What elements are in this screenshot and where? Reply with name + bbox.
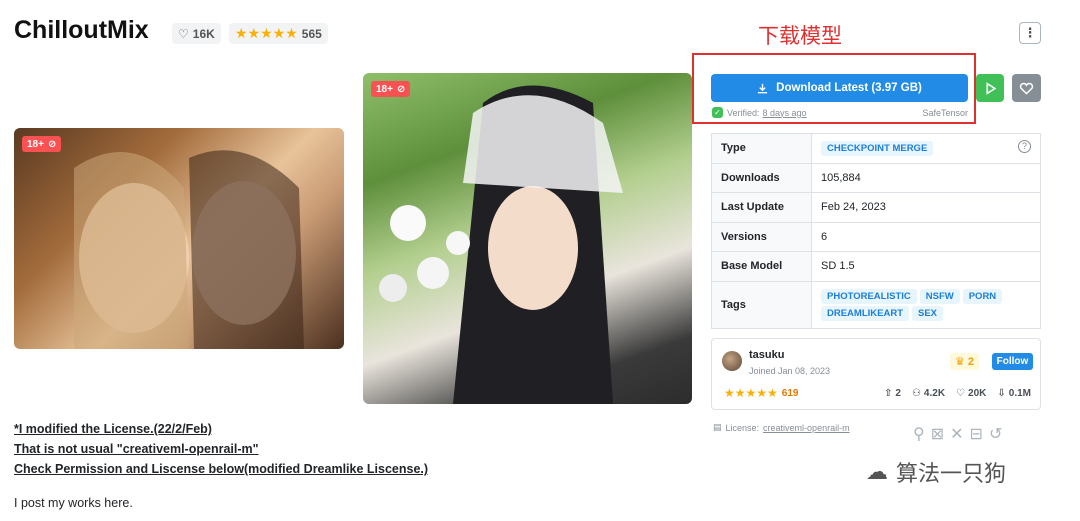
type-badge: CHECKPOINT MERGE [821,140,934,156]
preview-image-2[interactable]: 18+ ⊘ [363,73,692,404]
tags-cell: PHOTOREALISTIC NSFW PORN DREAMLIKEART SEX [811,280,1041,329]
upload-icon: ⇧ [884,387,893,399]
favorite-button[interactable] [1012,74,1041,102]
detail-key: Last Update [711,192,812,223]
detail-key: Versions [711,221,812,252]
download-label: Download Latest (3.97 GB) [776,82,922,94]
detail-value: 105,884 [811,162,1041,193]
heart-outline-icon: ♡ [956,387,966,399]
detail-value: SD 1.5 [811,251,1041,282]
license-row: ▤ License: creativeml-openrail-m [713,422,850,433]
table-row: Tags PHOTOREALISTIC NSFW PORN DREAMLIKEART… [711,280,1041,329]
creator-card: tasuku Joined Jan 08, 2023 ♛ 2 Follow ★★… [711,338,1041,410]
rating-badge[interactable]: ★★★★★ 565 [229,23,328,44]
no-image-icon[interactable]: ⊠ [931,424,944,444]
download-icon [758,83,768,93]
model-details-table: Type CHECKPOINT MERGE ? Downloads 105,88… [711,133,1041,329]
follow-button[interactable]: Follow [992,353,1033,370]
creator-rating-count: 619 [781,387,799,399]
run-button[interactable] [976,74,1004,102]
no-cart-icon[interactable]: ⊟ [970,424,983,444]
no-share-icon[interactable]: ↺ [989,424,1002,444]
help-icon[interactable]: ? [1018,139,1031,153]
play-icon [985,81,996,95]
no-brush-icon[interactable]: ✕ [950,424,963,444]
table-row: Type CHECKPOINT MERGE ? [711,133,1041,164]
creator-name[interactable]: tasuku [749,349,784,361]
followers-stat: ⚇ 4.2K [912,388,945,399]
user-check-icon[interactable]: ⚲ [913,424,925,444]
more-options-button[interactable]: ⋮ [1019,22,1041,44]
creator-rank-badge: ♛ 2 [950,353,979,370]
nsfw-label: 18+ [27,138,44,150]
likes-count: 16K [192,26,215,41]
nsfw-badge[interactable]: 18+ ⊘ [22,136,62,152]
rating-stars: ★★★★★ [235,25,298,41]
model-description: *I modified the License.(22/2/Feb) That … [14,419,429,510]
watermark: ☁ 算法一只狗 [866,456,1006,488]
nsfw-badge[interactable]: 18+ ⊘ [371,81,411,97]
detail-key: Type [711,133,812,164]
avatar[interactable] [722,351,742,371]
table-row: Downloads 105,884 [711,162,1041,193]
creator-stats: ★★★★★ 619 ⇧ 2 ⚇ 4.2K ♡ 20K ⇩ 0.1M [724,386,1031,400]
users-icon: ⚇ [911,387,921,399]
detail-key: Base Model [711,251,812,282]
tag-badge[interactable]: DREAMLIKEART [821,305,909,321]
vertical-dots-icon: ⋮ [1023,25,1037,40]
verified-label: Verified: [727,107,760,118]
verified-row: ✓ Verified: 8 days ago SafeTensor [712,107,968,118]
detail-value: CHECKPOINT MERGE ? [811,133,1041,164]
followers-count: 4.2K [923,387,946,399]
detail-key: Downloads [711,162,812,193]
tag-badge[interactable]: SEX [912,305,944,321]
description-line: *I modified the License.(22/2/Feb) [14,422,212,436]
table-row: Versions 6 [711,221,1041,252]
license-link[interactable]: creativeml-openrail-m [763,423,850,433]
wechat-icon: ☁ [866,459,888,485]
table-row: Base Model SD 1.5 [711,251,1041,282]
download-annotation: 下载模型 [758,24,842,48]
downloads-count: 0.1M [1008,387,1031,399]
permission-icons: ⚲ ⊠ ✕ ⊟ ↺ [913,424,1002,444]
detail-value: Feb 24, 2023 [811,192,1041,223]
downloads-stat: ⇩ 0.1M [997,388,1031,399]
favorites-count: 20K [968,387,987,399]
tag-badge[interactable]: PORN [962,288,1003,304]
rating-count: 565 [301,26,322,41]
favorites-stat: ♡ 20K [956,388,986,399]
tag-badge[interactable]: PHOTOREALISTIC [821,288,917,304]
heart-icon [1019,82,1034,95]
detail-key: Tags [711,280,812,329]
detail-value: 6 [811,221,1041,252]
model-title: ChilloutMix [14,16,149,44]
download-icon: ⇩ [997,387,1006,399]
portrait-illustration [379,85,623,404]
description-line: Check Permission and Liscense below(modi… [14,462,429,476]
description-text: I post my works here. [14,496,133,510]
crown-count: 2 [967,355,974,368]
shield-check-icon: ✓ [712,107,723,118]
eye-off-icon: ⊘ [47,138,57,150]
heart-outline-icon: ♡ [178,26,189,41]
likes-badge[interactable]: ♡ 16K [172,23,221,44]
description-line: That is not usual "creativeml-openrail-m… [14,442,259,456]
preview-image-1[interactable]: 18+ ⊘ [14,128,344,349]
portrait-illustration [74,150,304,349]
table-row: Last Update Feb 24, 2023 [711,192,1041,223]
license-label: License: [725,422,760,433]
tag-badge[interactable]: NSFW [919,288,960,304]
verified-time-link[interactable]: 8 days ago [763,108,807,118]
license-icon: ▤ [713,422,722,432]
eye-off-icon: ⊘ [396,83,406,95]
nsfw-label: 18+ [376,83,393,95]
download-latest-button[interactable]: Download Latest (3.97 GB) [711,74,968,102]
uploads-stat: ⇧ 2 [884,388,901,399]
creator-rating-stars: ★★★★★ [724,386,778,400]
format-label: SafeTensor [922,107,968,118]
crown-icon: ♛ [955,356,965,368]
watermark-text: 算法一只狗 [896,462,1007,487]
uploads-count: 2 [895,387,901,399]
creator-joined: Joined Jan 08, 2023 [749,366,831,376]
